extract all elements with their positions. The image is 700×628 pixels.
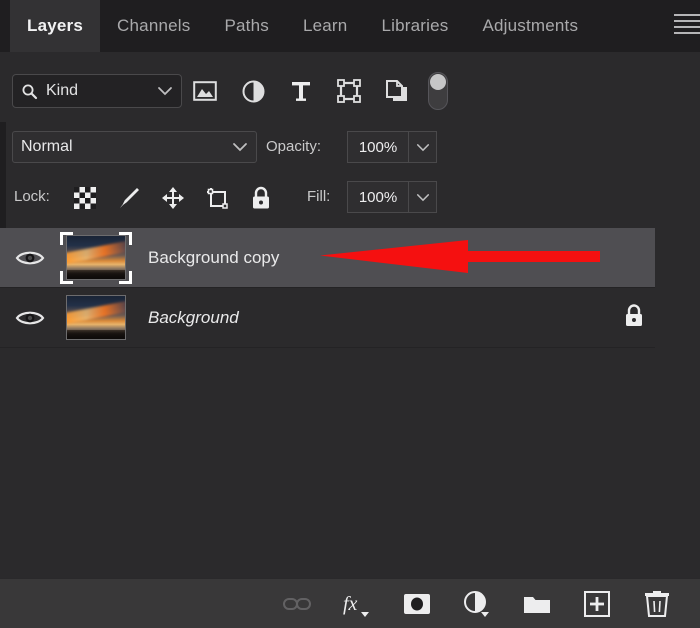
- mask-icon: [404, 593, 430, 614]
- eye-icon: [15, 311, 45, 324]
- search-icon: [22, 84, 38, 99]
- tab-layers[interactable]: Layers: [10, 0, 101, 52]
- filter-type-icons: [192, 74, 410, 108]
- lock-icons: [72, 182, 274, 214]
- opacity-input[interactable]: 100%: [347, 131, 409, 163]
- hamburger-menu-icon[interactable]: [674, 14, 700, 34]
- tab-libraries-label: Libraries: [381, 16, 449, 35]
- chevron-down-icon: [416, 143, 429, 151]
- new-group-button[interactable]: [522, 589, 552, 619]
- sunset-sky-photo-thumbnail: [66, 235, 126, 280]
- new-layer-button[interactable]: [582, 589, 612, 619]
- opacity-stepper[interactable]: [409, 131, 437, 163]
- layers-panel: Layers Channels Paths Learn Libraries Ad…: [0, 0, 700, 628]
- blend-mode-value: Normal: [21, 138, 73, 155]
- delete-layer-button[interactable]: [642, 589, 672, 619]
- tab-paths-label: Paths: [224, 16, 269, 35]
- tab-channels[interactable]: Channels: [100, 0, 207, 52]
- layer-style-fx-button[interactable]: fx: [342, 589, 372, 619]
- panel-tab-bar: Layers Channels Paths Learn Libraries Ad…: [0, 0, 700, 52]
- add-layer-mask-button[interactable]: [402, 589, 432, 619]
- lock-label: Lock:: [14, 188, 50, 205]
- lock-position-icon[interactable]: [160, 185, 186, 211]
- filter-enable-toggle[interactable]: [428, 72, 448, 110]
- tab-paths[interactable]: Paths: [207, 0, 285, 52]
- tab-channels-label: Channels: [117, 16, 191, 35]
- tab-libraries[interactable]: Libraries: [364, 0, 465, 52]
- filter-row: Kind: [0, 52, 700, 122]
- tab-layers-label: Layers: [27, 16, 84, 35]
- tab-learn[interactable]: Learn: [286, 0, 364, 52]
- filter-kind-dropdown[interactable]: Kind: [12, 74, 182, 108]
- tab-learn-label: Learn: [302, 16, 348, 35]
- layer-name-label[interactable]: Background copy: [148, 248, 279, 268]
- filter-smart-objects-icon[interactable]: [384, 78, 410, 104]
- sunset-sky-photo-thumbnail: [66, 295, 126, 340]
- blend-mode-dropdown[interactable]: Normal: [12, 131, 257, 163]
- filter-pixel-layers-icon[interactable]: [192, 78, 218, 104]
- layer-name-label[interactable]: Background: [148, 308, 239, 328]
- folder-icon: [524, 596, 550, 613]
- link-icon: [283, 597, 311, 610]
- layer-locked-icon: [623, 303, 645, 332]
- chevron-down-icon: [233, 143, 247, 152]
- chevron-down-icon: [158, 87, 172, 96]
- trash-icon: [645, 590, 669, 617]
- lock-transparent-pixels-icon[interactable]: [72, 185, 98, 211]
- lock-fill-row: Lock: Fill: 100%: [0, 172, 700, 224]
- chevron-down-icon: [416, 193, 429, 201]
- layer-list: Background copy Background: [0, 228, 700, 578]
- fill-input[interactable]: 100%: [347, 181, 409, 213]
- tab-adjustments[interactable]: Adjustments: [465, 0, 595, 52]
- blend-opacity-row: Normal Opacity: 100%: [0, 122, 700, 172]
- new-adjustment-layer-button[interactable]: [462, 589, 492, 619]
- filter-shape-layers-icon[interactable]: [336, 78, 362, 104]
- lock-all-icon[interactable]: [248, 185, 274, 211]
- fill-stepper[interactable]: [409, 181, 437, 213]
- fx-icon: fx: [343, 593, 369, 617]
- opacity-label: Opacity:: [266, 138, 322, 155]
- adjustment-layer-icon: [464, 590, 489, 617]
- layers-bottom-toolbar: fx: [0, 578, 700, 628]
- layer-row-background[interactable]: Background: [0, 288, 655, 348]
- lock-image-pixels-icon[interactable]: [116, 185, 142, 211]
- layer-visibility-toggle[interactable]: [0, 308, 60, 328]
- layer-thumbnail-wrap[interactable]: [60, 292, 132, 344]
- new-layer-plus-icon: [584, 590, 610, 617]
- layer-list-right-gutter: [655, 228, 700, 578]
- layer-row-background-copy[interactable]: Background copy: [0, 228, 655, 288]
- toggle-knob: [430, 74, 446, 90]
- filter-adjustment-layers-icon[interactable]: [240, 78, 266, 104]
- filter-kind-label: Kind: [46, 82, 79, 99]
- eye-icon: [15, 251, 45, 264]
- filter-type-layers-icon[interactable]: [288, 78, 314, 104]
- tab-adjustments-label: Adjustments: [482, 16, 579, 35]
- svg-text:fx: fx: [343, 593, 358, 615]
- link-layers-button[interactable]: [282, 589, 312, 619]
- lock-artboard-nesting-icon[interactable]: [204, 185, 230, 211]
- fill-label: Fill:: [307, 188, 331, 205]
- layer-visibility-toggle[interactable]: [0, 248, 60, 268]
- layer-thumbnail-wrap[interactable]: [60, 231, 132, 284]
